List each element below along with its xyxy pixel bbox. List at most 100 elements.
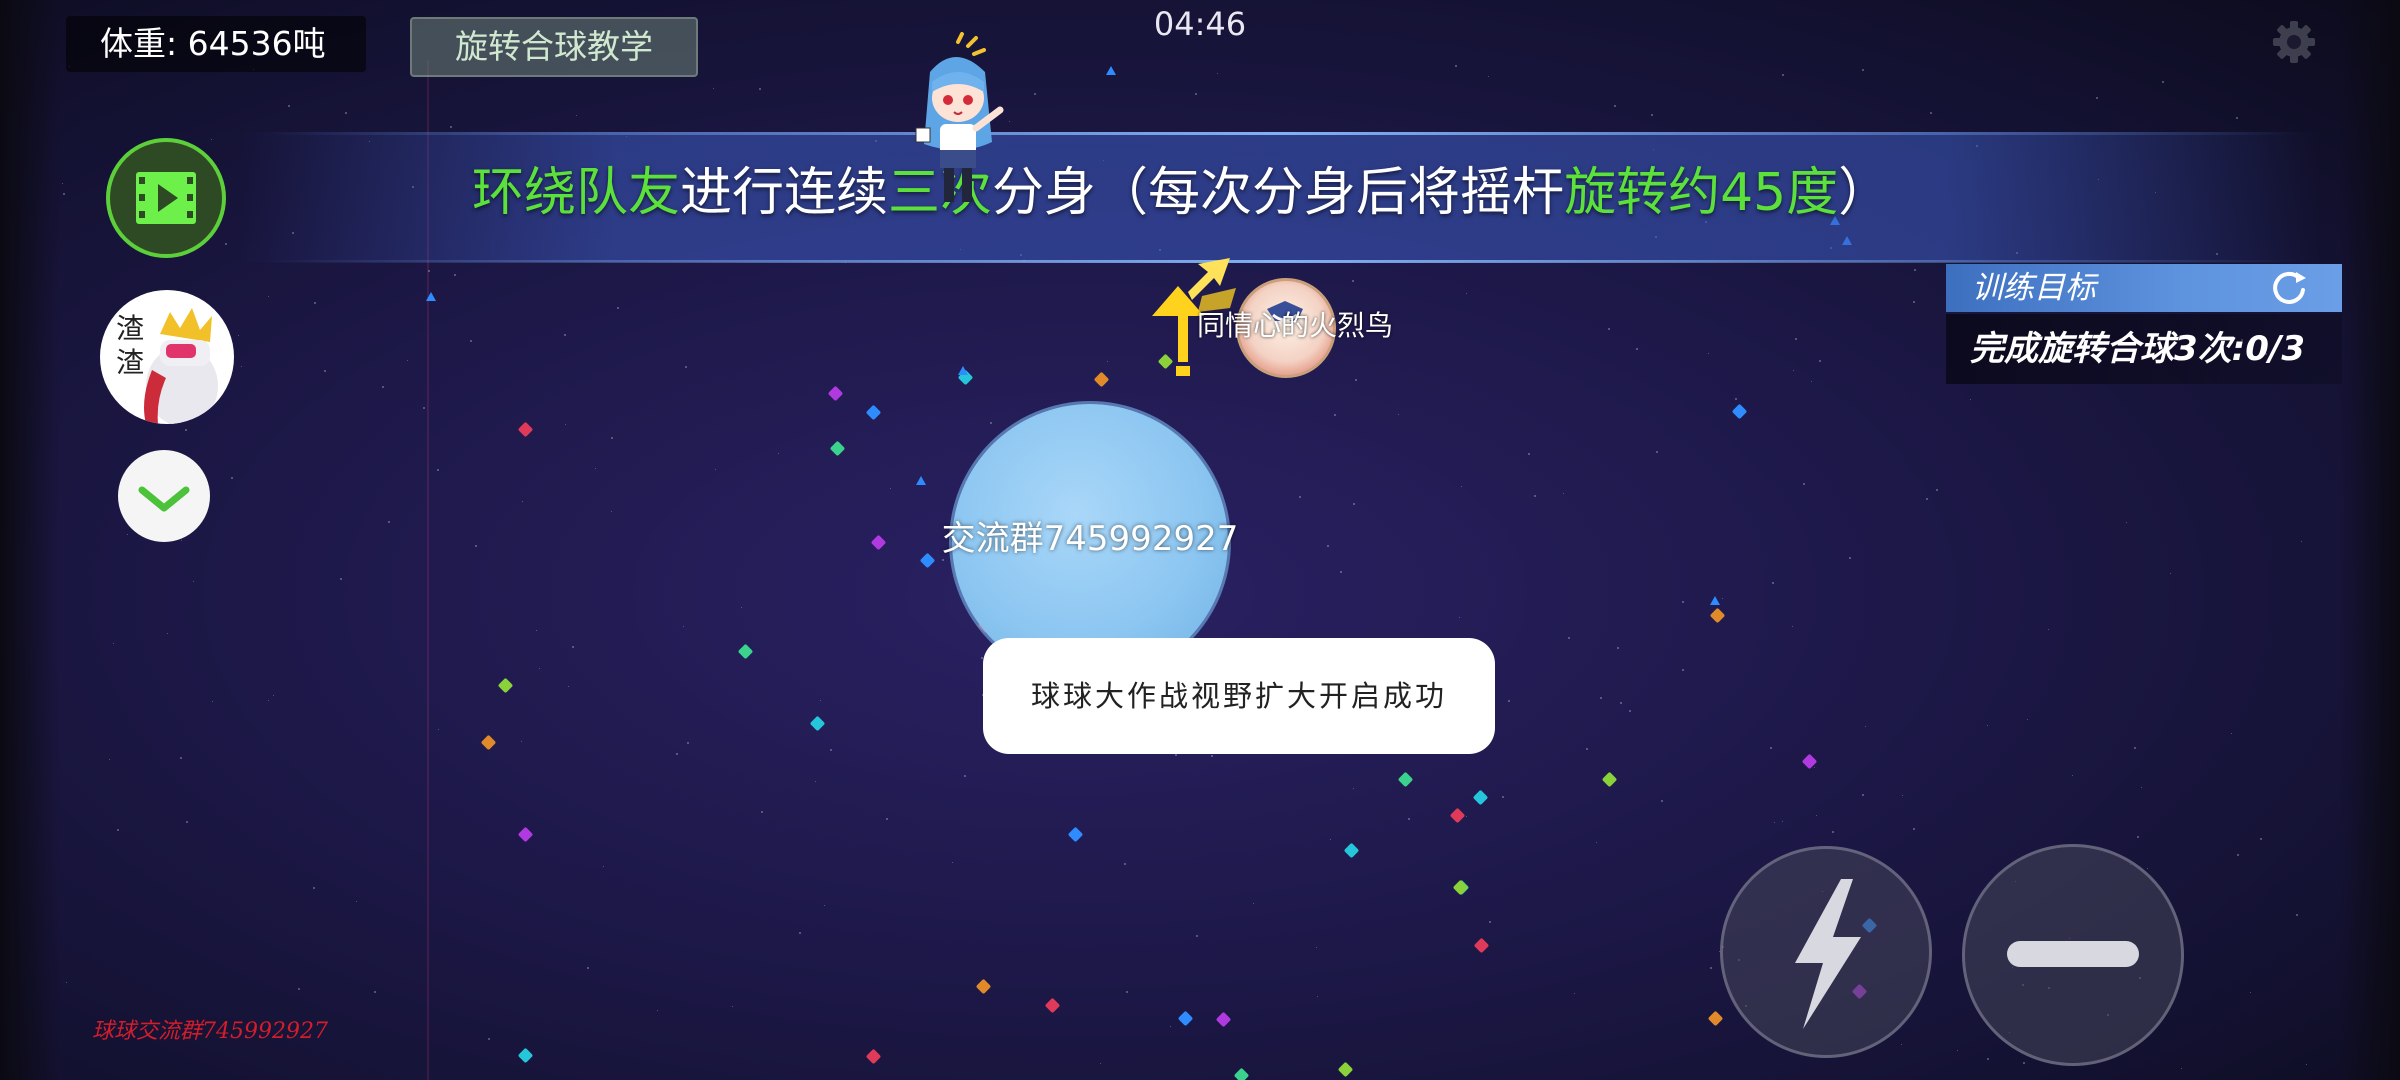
background-star: [1253, 903, 1254, 904]
gear-icon[interactable]: [2270, 18, 2318, 66]
background-star: [113, 643, 114, 644]
background-star: [374, 991, 376, 993]
background-star: [1735, 398, 1737, 400]
background-star: [345, 112, 347, 114]
background-star: [759, 88, 761, 90]
background-star: [470, 340, 472, 342]
background-star: [564, 334, 566, 336]
background-star: [657, 1010, 658, 1011]
background-star: [1682, 669, 1684, 671]
background-star: [1586, 748, 1588, 750]
background-star: [1353, 788, 1354, 789]
food-pellet: [1473, 937, 1490, 954]
background-star: [685, 366, 687, 368]
left-edge-shade: [0, 0, 60, 1080]
background-star: [388, 521, 390, 523]
background-star: [587, 967, 589, 969]
background-star: [186, 821, 188, 823]
food-pellet: [1177, 1010, 1194, 1027]
background-star: [1795, 338, 1797, 340]
background-star: [2048, 629, 2049, 630]
split-button[interactable]: [1962, 844, 2184, 1066]
background-star: [568, 686, 569, 687]
background-star: [2250, 992, 2251, 993]
background-star: [1862, 794, 1864, 796]
background-star: [1814, 767, 1815, 768]
background-star: [1849, 557, 1851, 559]
background-star: [1317, 996, 1318, 997]
background-star: [1913, 828, 1915, 830]
background-star: [2181, 1068, 2182, 1069]
background-star: [1195, 93, 1197, 95]
refresh-icon[interactable]: [2268, 268, 2312, 308]
background-star: [1352, 280, 1354, 282]
background-star: [1651, 114, 1653, 116]
background-star: [1355, 379, 1357, 381]
food-pellet: [497, 677, 514, 694]
food-pellet: [1731, 403, 1748, 420]
background-star: [521, 741, 522, 742]
background-star: [890, 488, 891, 489]
background-star: [185, 429, 187, 431]
background-star: [1330, 839, 1331, 840]
training-goal-header: 训练目标: [1946, 264, 2342, 312]
background-star: [1466, 816, 1467, 817]
background-star: [66, 982, 67, 983]
background-star: [211, 139, 212, 140]
background-star: [1126, 991, 1128, 993]
background-star: [268, 296, 269, 297]
food-pellet: [958, 366, 968, 375]
chevron-down-icon: [138, 486, 190, 512]
rotate-merge-tutorial-button[interactable]: 旋转合球教学: [410, 17, 698, 77]
background-star: [1600, 697, 1602, 699]
background-star: [1620, 702, 1622, 704]
boost-button[interactable]: [1720, 846, 1932, 1058]
background-star: [603, 866, 604, 867]
background-star: [1534, 495, 1536, 497]
background-star: [2301, 541, 2302, 542]
background-star: [2072, 775, 2073, 776]
food-pellet: [1709, 607, 1726, 624]
background-star: [611, 437, 613, 439]
food-pellet: [1601, 771, 1618, 788]
background-star: [715, 469, 716, 470]
background-star: [1782, 74, 1784, 76]
instruction-part: 旋转约45度: [1564, 163, 1839, 223]
background-star: [820, 700, 821, 701]
background-star: [356, 901, 357, 902]
background-star: [683, 626, 684, 627]
background-star: [1936, 489, 1938, 491]
background-star: [2162, 81, 2164, 83]
background-star: [1466, 293, 1467, 294]
background-star: [1170, 1026, 1171, 1027]
background-star: [2306, 1064, 2307, 1065]
replay-video-button[interactable]: [106, 138, 226, 258]
background-star: [1124, 863, 1126, 865]
expand-menu-button[interactable]: [118, 450, 210, 542]
background-star: [180, 757, 182, 759]
background-star: [1196, 935, 1198, 937]
background-star: [952, 862, 953, 863]
background-star: [241, 366, 242, 367]
background-star: [1034, 93, 1036, 95]
background-star: [2141, 787, 2142, 788]
background-star: [63, 193, 65, 195]
background-star: [167, 633, 168, 634]
food-pellet: [1707, 1010, 1724, 1027]
lightning-icon: [1795, 879, 1861, 1029]
background-star: [1340, 571, 1342, 573]
background-star: [1774, 822, 1775, 823]
banner-top-line: [260, 132, 2300, 135]
background-star: [799, 932, 801, 934]
background-star: [1772, 582, 1774, 584]
game-screen[interactable]: 体重: 64536吨 旋转合球教学 04:46 环绕队友进行连续三次分身（每次分…: [0, 0, 2400, 1080]
background-star: [231, 477, 233, 479]
avatar[interactable]: 渣渣: [100, 290, 234, 424]
instruction-part: 分身（每次分身后将摇杆: [992, 163, 1565, 223]
background-star: [830, 749, 832, 751]
background-star: [2027, 719, 2028, 720]
background-star: [1608, 328, 1610, 330]
background-star: [536, 630, 537, 631]
food-pellet: [870, 534, 887, 551]
background-star: [212, 701, 213, 702]
